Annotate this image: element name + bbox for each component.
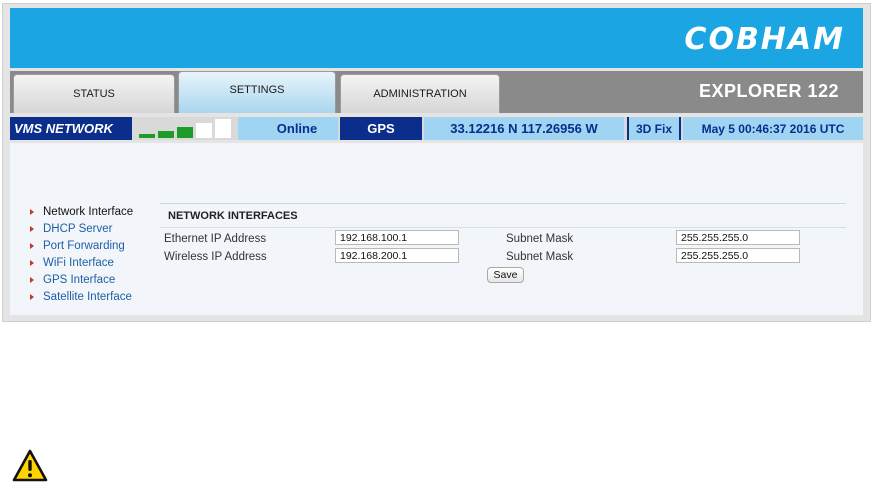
caret-icon [30,225,34,232]
nav-dhcp-server[interactable]: DHCP Server [30,220,133,237]
gps-fix: 3D Fix [627,117,681,140]
tab-administration[interactable]: ADMINISTRATION [340,74,500,113]
nav-gps-interface[interactable]: GPS Interface [30,271,133,288]
caret-icon [30,242,34,249]
section-divider-top [160,203,846,204]
nav-label: Network Interface [43,205,134,218]
signal-strength-bars [137,119,236,138]
warning-triangle-icon [12,449,48,482]
save-button[interactable]: Save [487,267,524,283]
nav-network-interface[interactable]: Network Interface [30,203,133,220]
ethernet-subnet-label: Subnet Mask [506,233,574,245]
wireless-subnet-label: Subnet Mask [506,251,574,263]
ethernet-subnet-input[interactable] [676,230,800,245]
caret-icon [30,276,34,283]
cobham-logo: COBHAM [684,22,845,57]
nav-label: WiFi Interface [43,256,114,269]
status-bar: VMS NETWORK Online GPS 33.12216 N 117.26… [10,117,863,140]
signal-bar-2 [158,131,174,138]
vms-network-label: VMS NETWORK [10,117,132,140]
caret-icon [30,259,34,266]
network-state: Online [238,117,338,140]
date-time: May 5 00:46:37 2016 UTC [683,117,863,140]
header-banner: COBHAM [10,8,863,68]
nav-label: Port Forwarding [43,239,125,252]
section-title: NETWORK INTERFACES [168,210,298,222]
nav-port-forwarding[interactable]: Port Forwarding [30,237,133,254]
wireless-ip-label: Wireless IP Address [164,251,267,263]
settings-content: Network Interface DHCP Server Port Forwa… [10,143,863,315]
tab-settings[interactable]: SETTINGS [178,71,336,113]
gps-label: GPS [340,117,422,140]
nav-wifi-interface[interactable]: WiFi Interface [30,254,133,271]
ethernet-ip-label: Ethernet IP Address [164,233,267,245]
nav-label: Satellite Interface [43,290,132,303]
wireless-ip-input[interactable] [335,248,459,263]
signal-bar-1 [139,134,155,138]
nav-label: GPS Interface [43,273,116,286]
tab-status[interactable]: STATUS [13,74,175,113]
signal-bar-5 [215,119,231,138]
gps-coordinates: 33.12216 N 117.26956 W [424,117,624,140]
settings-nav: Network Interface DHCP Server Port Forwa… [30,203,133,305]
tab-bar: STATUS SETTINGS ADMINISTRATION EXPLORER … [10,71,863,113]
nav-satellite-interface[interactable]: Satellite Interface [30,288,133,305]
nav-label: DHCP Server [43,222,113,235]
section-divider [160,227,846,228]
ethernet-ip-input[interactable] [335,230,459,245]
product-name: EXPLORER 122 [698,81,839,101]
signal-bar-4 [196,123,212,138]
caret-icon [30,208,34,215]
caret-icon [30,293,34,300]
signal-bar-3 [177,127,193,138]
wireless-subnet-input[interactable] [676,248,800,263]
